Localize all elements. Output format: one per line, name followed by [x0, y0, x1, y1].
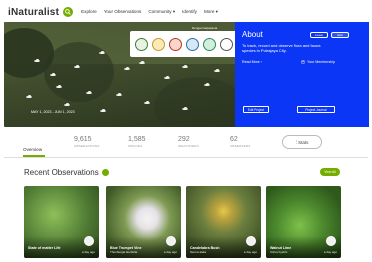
avatar[interactable]	[326, 236, 336, 246]
nav-more[interactable]: More ▾	[204, 9, 218, 15]
observation-card[interactable]: Walnut Lime Citrus hystrix a day ago	[266, 186, 341, 258]
avatar[interactable]	[84, 236, 94, 246]
banner-tree	[154, 77, 244, 127]
divider	[4, 157, 368, 158]
observation-card[interactable]: Blue Trumpet Vine Thunbergia laurifolia …	[106, 186, 181, 258]
bird	[56, 85, 62, 88]
bird	[144, 101, 150, 104]
about-description: To track, record and observe flora and f…	[242, 43, 321, 53]
observation-time: a day ago	[243, 250, 257, 254]
nav-explore[interactable]: Explore	[81, 9, 97, 15]
stat-observers[interactable]: 62 OBSERVERS	[230, 136, 250, 148]
bird	[86, 91, 92, 94]
avatar[interactable]	[166, 236, 176, 246]
avatar[interactable]	[246, 236, 256, 246]
bird	[50, 73, 56, 76]
stat-label: OBSERVATIONS	[74, 144, 100, 148]
observation-title: State of matter Life	[28, 246, 61, 250]
top-nav: iNaturalist Explore Your Observations Co…	[0, 0, 372, 24]
search-icon[interactable]	[63, 7, 74, 17]
edit-button[interactable]: Edit	[331, 32, 349, 38]
view-all-button[interactable]: View All	[320, 168, 340, 176]
observation-card[interactable]: Candelabra Bush Senna alata a day ago	[186, 186, 261, 258]
bird	[182, 65, 188, 68]
observation-card[interactable]: State of matter Life a day ago	[24, 186, 99, 258]
partner-logos	[130, 31, 238, 57]
partners-caption: Dengan kerjasama	[192, 26, 218, 30]
bird	[182, 107, 188, 110]
tab-overview[interactable]: Overview	[23, 147, 42, 152]
stat-value: 62	[230, 136, 238, 143]
bird	[100, 109, 106, 112]
bar-chart-icon: ⫶	[295, 140, 297, 145]
partner-logo-icon	[169, 37, 182, 51]
partner-logo-icon	[220, 37, 233, 51]
bird	[99, 51, 105, 54]
about-panel: Leave Edit About To track, record and ob…	[235, 22, 369, 127]
partner-logo-icon	[186, 37, 199, 51]
stat-label: OBSERVERS	[230, 144, 251, 148]
bird	[139, 61, 145, 64]
nav-your-observations[interactable]: Your Observations	[104, 9, 142, 15]
stat-value: 292	[178, 136, 190, 143]
bird	[116, 93, 122, 96]
observation-time: a day ago	[163, 250, 177, 254]
membership-link[interactable]: Your Membership	[301, 60, 335, 64]
stat-identifiers[interactable]: 292 IDENTIFIERS	[178, 136, 199, 148]
edit-project-button[interactable]: Edit Project	[243, 106, 269, 113]
page: iNaturalist Explore Your Observations Co…	[0, 0, 372, 262]
nav-community[interactable]: Community ▾	[148, 9, 175, 15]
observation-time: a day ago	[323, 250, 337, 254]
bird	[204, 83, 210, 86]
observation-subtitle: Senna alata	[190, 250, 207, 254]
recent-observations-heading: Recent Observations	[24, 168, 109, 177]
bird	[124, 67, 130, 70]
bird	[26, 95, 32, 98]
read-more-link[interactable]: Read More ›	[242, 60, 262, 64]
observation-time: a day ago	[81, 250, 95, 254]
membership-label: Your Membership	[307, 60, 336, 64]
bird	[74, 65, 80, 68]
partner-logo-icon	[135, 37, 148, 51]
bird	[34, 59, 40, 62]
leave-button[interactable]: Leave	[310, 32, 328, 38]
stats-button[interactable]: ⫶ Stats	[282, 135, 322, 149]
partner-logo-icon	[203, 37, 216, 51]
project-journal-button[interactable]: Project Journal	[297, 106, 335, 113]
stat-observations[interactable]: 9,615 OBSERVATIONS	[74, 136, 100, 148]
partner-logo-icon	[152, 37, 165, 51]
stat-species[interactable]: 1,585 SPECIES	[128, 136, 146, 148]
nav-identify[interactable]: Identify	[182, 9, 197, 15]
brand-logo[interactable]: iNaturalist	[8, 7, 59, 18]
stat-label: SPECIES	[128, 144, 143, 148]
bird	[214, 69, 220, 72]
date-range: MAY 1, 2023 - JUN 1, 2023	[31, 110, 75, 114]
stat-value: 1,585	[128, 136, 146, 143]
bird	[164, 76, 170, 79]
stat-label: IDENTIFIERS	[178, 144, 199, 148]
observation-subtitle: Thunbergia laurifolia	[110, 250, 138, 254]
stat-value: 9,615	[74, 136, 92, 143]
nav-links: Explore Your Observations Community ▾ Id…	[81, 9, 218, 15]
bird	[64, 103, 70, 106]
user-icon	[301, 60, 305, 64]
observation-subtitle: Citrus hystrix	[270, 250, 288, 254]
recent-observations-title: Recent Observations	[24, 168, 99, 177]
stats-button-label: Stats	[298, 140, 309, 145]
refresh-icon[interactable]	[101, 169, 109, 176]
